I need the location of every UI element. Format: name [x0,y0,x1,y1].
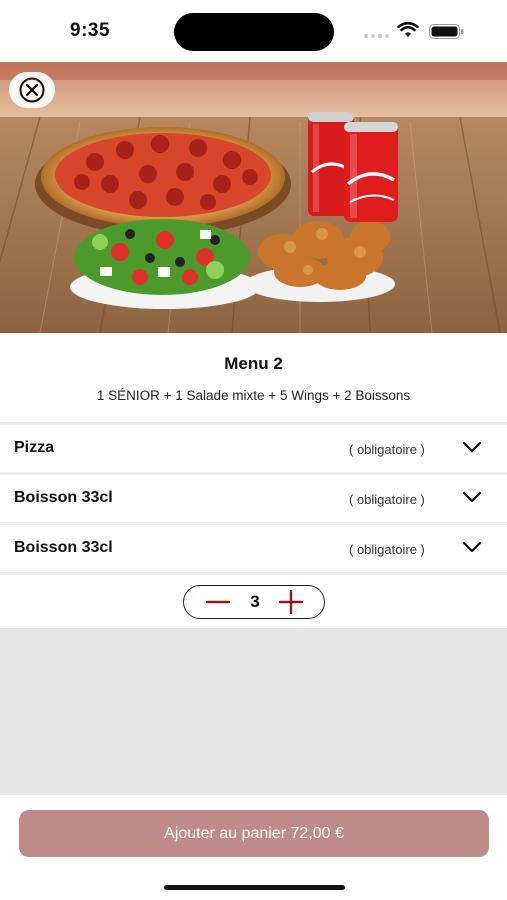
cellular-signal-icon [364,34,389,38]
option-label: Boisson 33cl [14,489,113,506]
close-icon [19,77,45,103]
wifi-icon [397,22,419,37]
product-image [0,62,507,333]
close-button[interactable] [9,72,55,108]
quantity-stepper: 3 [183,585,325,619]
add-to-cart-button[interactable]: Ajouter au panier 72,00 € [19,810,489,857]
chevron-down-icon [462,491,482,503]
home-indicator [164,885,345,890]
status-time: 9:35 [70,20,111,41]
chevron-down-icon [462,541,482,553]
option-row-boisson-1[interactable]: Boisson 33cl ( obligatoire ) [0,472,507,522]
chevron-down-icon [462,441,482,453]
option-requirement: ( obligatoire ) [349,442,425,457]
option-requirement: ( obligatoire ) [349,542,425,557]
battery-icon [429,24,464,39]
option-requirement: ( obligatoire ) [349,492,425,507]
plus-icon[interactable] [277,590,305,614]
product-description: 1 SÉNIOR + 1 Salade mixte + 5 Wings + 2 … [96,388,411,403]
option-row-boisson-2[interactable]: Boisson 33cl ( obligatoire ) [0,522,507,572]
empty-content-area [0,628,507,795]
dynamic-island [174,13,334,51]
option-label: Boisson 33cl [14,539,113,556]
option-row-pizza[interactable]: Pizza ( obligatoire ) [0,422,507,472]
status-bar: 9:35 [0,0,507,62]
quantity-section: 3 [0,572,507,628]
product-title: Menu 2 [224,354,283,373]
option-label: Pizza [14,439,55,456]
